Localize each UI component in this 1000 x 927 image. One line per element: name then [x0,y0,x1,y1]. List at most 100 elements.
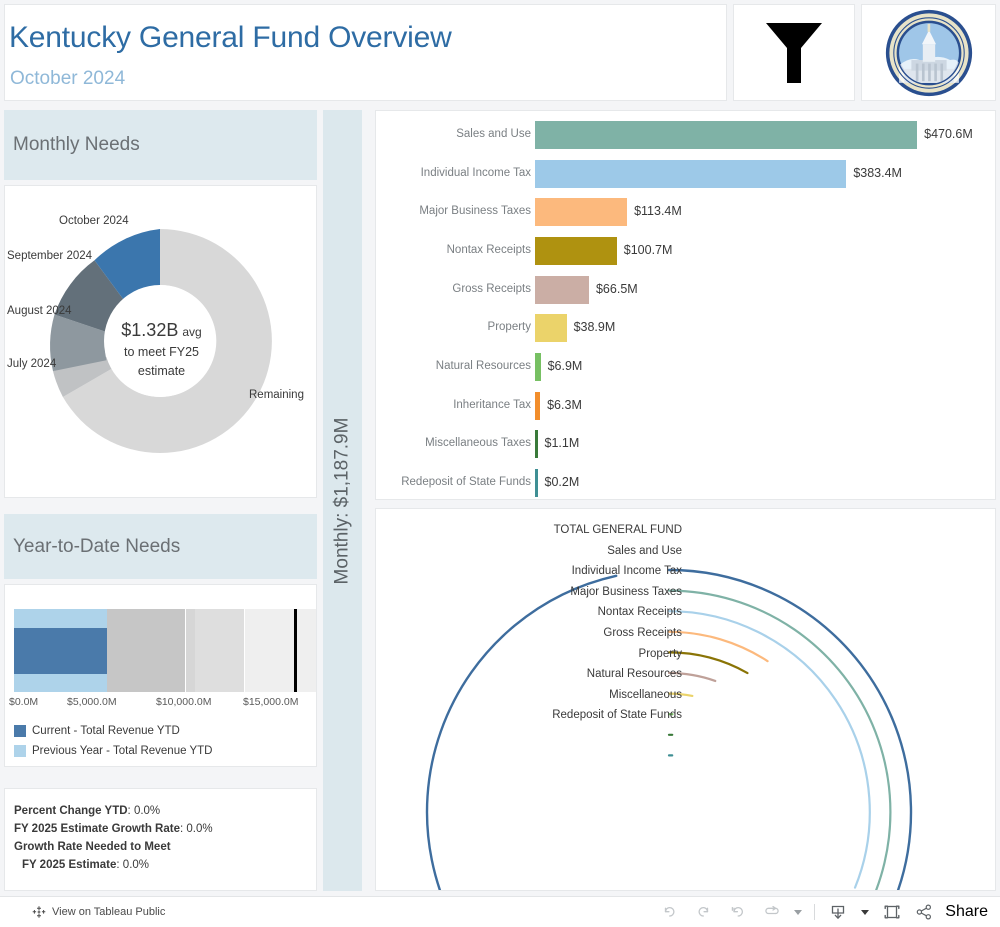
bar-row[interactable]: Gross Receipts $66.5M [376,275,995,315]
bar-rect[interactable] [535,352,541,381]
bar-label: Major Business Taxes [419,205,531,218]
revenue-radial-arc-chart[interactable]: TOTAL GENERAL FUND Sales and Use Individua… [375,508,996,927]
view-on-tableau-public-link[interactable]: View on Tableau Public [32,905,165,919]
arc-path[interactable] [667,630,769,663]
page-title: Kentucky General Fund Overview [9,21,452,54]
bar-row[interactable]: Inheritance Tax $6.3M [376,391,995,431]
refresh-button[interactable] [760,901,782,923]
bar-label: Inheritance Tax [453,398,531,411]
bar-rect[interactable] [535,314,567,343]
bar-label: Property [487,321,531,334]
legend-swatch-current [14,725,26,737]
arc-label: Natural Resources [586,668,682,681]
download-caret-icon[interactable] [861,909,870,915]
donut-center-line2: to meet FY25 [123,345,200,359]
revert-icon [731,906,743,917]
ytd-needs-header: Year-to-Date Needs [4,514,317,579]
bar-rect[interactable] [535,121,918,149]
bar-rect[interactable] [535,468,538,497]
revenue-by-category-bar-chart[interactable]: Sales and Use $470.6M Individual Income Ta… [375,110,996,500]
legend-item-previous[interactable]: Previous Year - Total Revenue YTD [14,745,213,757]
stat-label-0: Percent Change YTD [14,805,128,817]
arc-path[interactable] [667,610,871,889]
bar-row[interactable]: Property $38.9M [376,314,995,353]
donut-label-october: October 2024 [59,215,129,227]
monthly-needs-donut-panel: $1.32B avg to meet FY25 estimate October … [4,185,317,498]
donut-svg [50,229,272,453]
arc-label: Redeposit of State Funds [552,709,682,722]
legend-item-current[interactable]: Current - Total Revenue YTD [14,725,180,737]
donut-center-suffix: avg [182,325,202,339]
bar-value-label: $0.2M [544,474,580,489]
donut-chart[interactable]: $1.32B avg to meet FY25 estimate October … [5,186,318,499]
bar-row[interactable]: Natural Resources $6.9M [376,352,995,392]
bar-value-label: $6.9M [547,358,583,373]
arc-label: Sales and Use [607,544,682,557]
page-subtitle: October 2024 [10,68,126,89]
refresh-caret-icon[interactable] [794,909,803,915]
donut-center-value: $1.32B avg [5,320,318,341]
bar-value-label: $470.6M [924,127,973,141]
arc-label: TOTAL GENERAL FUND [553,524,682,536]
download-button[interactable] [827,901,849,923]
bar-value-label: $38.9M [573,320,616,335]
stat-percent-change-ytd: Percent Change YTD: 0.0% [14,805,161,817]
lrc-logo [861,4,996,101]
bar-label: Natural Resources [435,359,531,372]
bullet-band-3 [195,609,245,692]
bullet-band-2 [186,609,195,692]
donut-label-remaining: Remaining [249,389,304,401]
bullet-bar-current[interactable] [14,628,107,674]
fullscreen-icon [884,905,900,919]
bar-rect[interactable] [535,236,617,265]
fullscreen-button[interactable] [881,901,903,923]
arc-label: Property [638,647,682,660]
stat-fy25-estimate-growth-rate: FY 2025 Estimate Growth Rate: 0.0% [14,823,213,835]
filter-button[interactable] [733,4,855,101]
dashboard-title-panel: Kentucky General Fund Overview October 2… [4,4,727,101]
bullet-tick-5000: $5,000.0M [67,696,117,708]
bar-row[interactable]: Miscellaneous Taxes $1.1M [376,430,995,469]
bar-row[interactable]: Redeposit of State Funds $0.2M [376,468,995,508]
share-button[interactable] [915,903,933,921]
bullet-chart[interactable]: $0.0M $5,000.0M $10,000.0M $15,000.0M Cu… [5,585,316,766]
arc-label: Individual Income Tax [571,565,682,578]
stat-label-3: FY 2025 Estimate [22,859,117,871]
bullet-gridline-1 [185,609,186,692]
undo-button[interactable] [658,901,680,923]
toolbar-actions: Share [658,901,988,923]
monthly-total-strip: Monthly: $1,187.9M [323,110,362,891]
arc-label: Gross Receipts [603,627,682,639]
bar-row[interactable]: Sales and Use $470.6M [376,121,995,160]
bullet-gridline-2 [244,609,245,692]
bar-rect[interactable] [535,198,628,227]
bar-row[interactable]: Major Business Taxes $113.4M [376,198,995,237]
stat-value-0: 0.0% [133,805,161,817]
bar-row[interactable]: Nontax Receipts $100.7M [376,236,995,276]
bar-label: Redeposit of State Funds [401,475,531,488]
arc-label: Miscellaneous [609,688,682,701]
arc-label: Nontax Receipts [597,606,682,619]
refresh-icon [765,905,779,914]
donut-label-july: July 2024 [7,358,57,370]
bar-label: Gross Receipts [452,282,531,295]
stat-label-1: FY 2025 Estimate Growth Rate [14,823,180,835]
bar-label: Individual Income Tax [420,166,531,179]
bar-row[interactable]: Individual Income Tax $383.4M [376,159,995,199]
bar-rect[interactable] [535,391,541,420]
bar-rect[interactable] [535,275,589,304]
stat-label-2: Growth Rate Needed to Meet [14,841,171,853]
monthly-needs-title: Monthly Needs [13,134,140,155]
bullet-band-4 [245,609,316,692]
bar-value-label: $100.7M [623,242,673,257]
redo-button[interactable] [692,901,714,923]
stat-growth-rate-needed-line1: Growth Rate Needed to Meet [14,841,171,853]
donut-center-amount: $1.32B [121,320,179,340]
tableau-link-label: View on Tableau Public [52,906,166,918]
bullet-tick-10000: $10,000.0M [156,696,212,708]
bar-rect[interactable] [535,430,538,459]
legend-swatch-previous [14,745,26,757]
revert-button[interactable] [726,901,748,923]
bar-rect[interactable] [535,159,847,188]
ytd-bullet-panel: $0.0M $5,000.0M $10,000.0M $15,000.0M Cu… [4,584,317,767]
